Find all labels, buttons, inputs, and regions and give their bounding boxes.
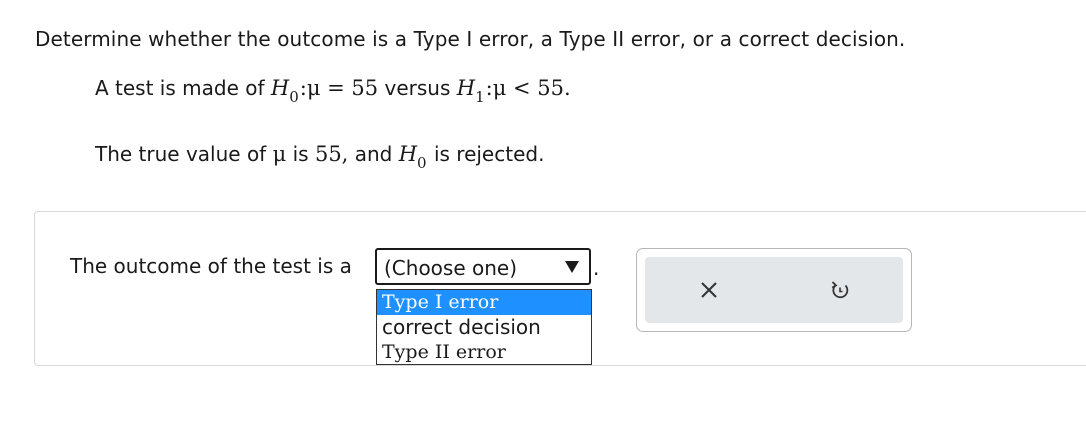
answer-prompt: The outcome of the test is a (70, 254, 352, 278)
page: Determine whether the outcome is a Type … (0, 0, 1086, 434)
null-hypothesis: H0:μ = 55 (270, 76, 379, 106)
clear-button[interactable] (696, 277, 722, 303)
hypotheses-prefix: A test is made of (95, 76, 265, 100)
hypotheses-line: A test is made of H0:μ = 55 versus H1:μ … (95, 76, 571, 106)
close-icon (701, 282, 717, 298)
answer-period: . (593, 256, 600, 280)
versus-text: versus (384, 76, 451, 100)
truth-suffix: is rejected. (433, 142, 545, 166)
outcome-select[interactable]: (Choose one) (375, 248, 591, 285)
option-type-ii-error[interactable]: Type II error (377, 340, 591, 365)
dropdown-arrow-icon (565, 261, 579, 273)
truth-is: is (292, 142, 309, 166)
question-text: Determine whether the outcome is a Type … (35, 27, 906, 51)
mu-symbol: μ (272, 142, 287, 166)
outcome-dropdown-list: Type I error correct decision Type II er… (376, 289, 592, 365)
answer-tools (636, 248, 912, 332)
rejected-hypothesis: H0 (398, 142, 427, 172)
select-value: (Choose one) (384, 256, 518, 280)
option-correct-decision[interactable]: correct decision (377, 315, 591, 340)
truth-line: The true value of μ is 55, and H0 is rej… (95, 142, 545, 172)
alternative-hypothesis: H1:μ < 55. (456, 76, 571, 106)
undo-button[interactable] (827, 277, 853, 303)
undo-icon (831, 281, 849, 299)
truth-and: and (354, 142, 393, 166)
truth-prefix: The true value of (95, 142, 267, 166)
tools-panel (645, 257, 903, 323)
true-value: 55, (314, 142, 349, 166)
option-type-i-error[interactable]: Type I error (377, 290, 591, 315)
